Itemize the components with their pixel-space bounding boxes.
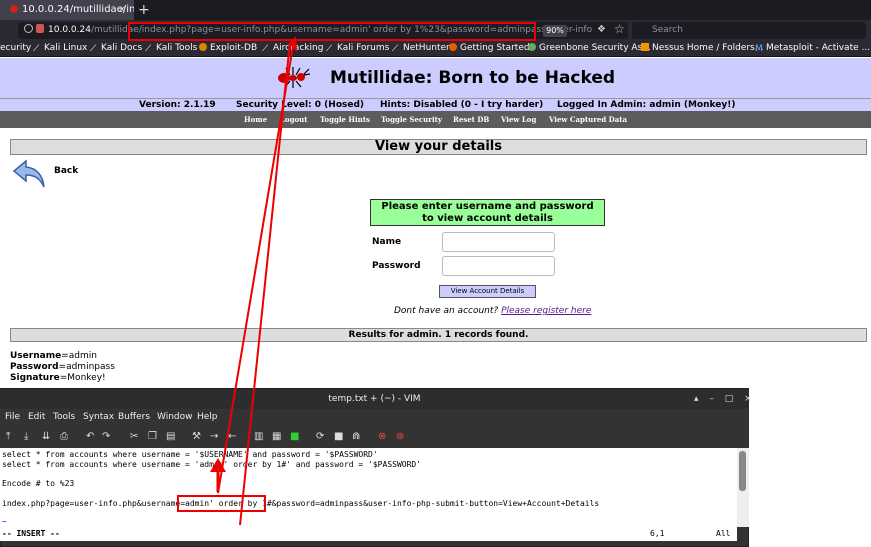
annotation-arrows bbox=[210, 36, 297, 526]
annotation-arrow-line bbox=[239, 41, 291, 526]
